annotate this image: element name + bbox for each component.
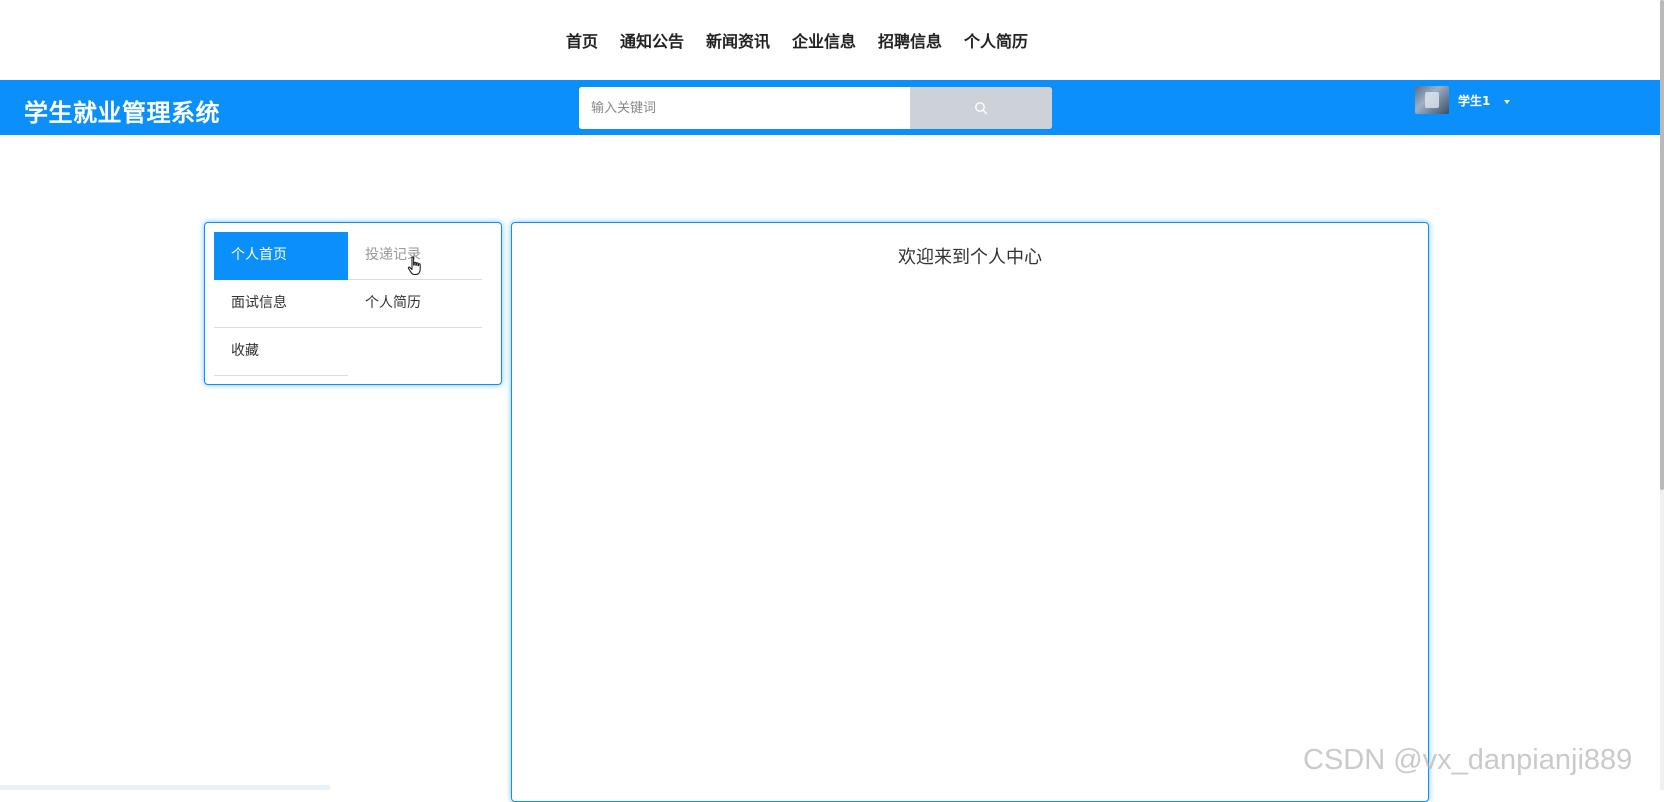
search-bar: [579, 87, 1052, 129]
nav-jobs[interactable]: 招聘信息: [878, 28, 942, 52]
nav-resume[interactable]: 个人简历: [964, 28, 1028, 52]
personal-center-menu: 个人首页 投递记录 面试信息 个人简历 收藏: [204, 222, 502, 385]
content-panel: 欢迎来到个人中心: [511, 222, 1429, 802]
nav-home[interactable]: 首页: [566, 28, 598, 52]
caret-down-icon[interactable]: [1504, 100, 1511, 104]
nav-companies[interactable]: 企业信息: [792, 28, 856, 52]
nav-news[interactable]: 新闻资讯: [706, 28, 770, 52]
menu-item-personal-resume[interactable]: 个人简历: [348, 280, 482, 328]
menu-item-personal-home[interactable]: 个人首页: [214, 232, 348, 280]
site-title: 学生就业管理系统: [24, 99, 220, 127]
menu-item-interview-info[interactable]: 面试信息: [214, 280, 348, 328]
page-scrollbar[interactable]: [1660, 0, 1664, 790]
bottom-divider: [0, 785, 330, 790]
search-input[interactable]: [579, 87, 910, 129]
watermark-text: CSDN @vx_danpianji889: [1303, 744, 1633, 776]
top-navigation: 首页 通知公告 新闻资讯 企业信息 招聘信息 个人简历: [0, 0, 1664, 80]
menu-item-favorites[interactable]: 收藏: [214, 328, 348, 376]
username[interactable]: 学生1: [1458, 92, 1490, 109]
nav-notices[interactable]: 通知公告: [620, 28, 684, 52]
hand-cursor-icon: [407, 256, 421, 275]
scrollbar-thumb[interactable]: [1660, 0, 1664, 490]
search-button[interactable]: [910, 87, 1052, 129]
avatar[interactable]: [1415, 86, 1449, 114]
search-icon: [975, 102, 988, 115]
welcome-heading: 欢迎来到个人中心: [898, 247, 1042, 268]
user-menu[interactable]: 学生1: [1415, 86, 1511, 114]
header-bar: 学生就业管理系统 学生1: [0, 80, 1660, 135]
